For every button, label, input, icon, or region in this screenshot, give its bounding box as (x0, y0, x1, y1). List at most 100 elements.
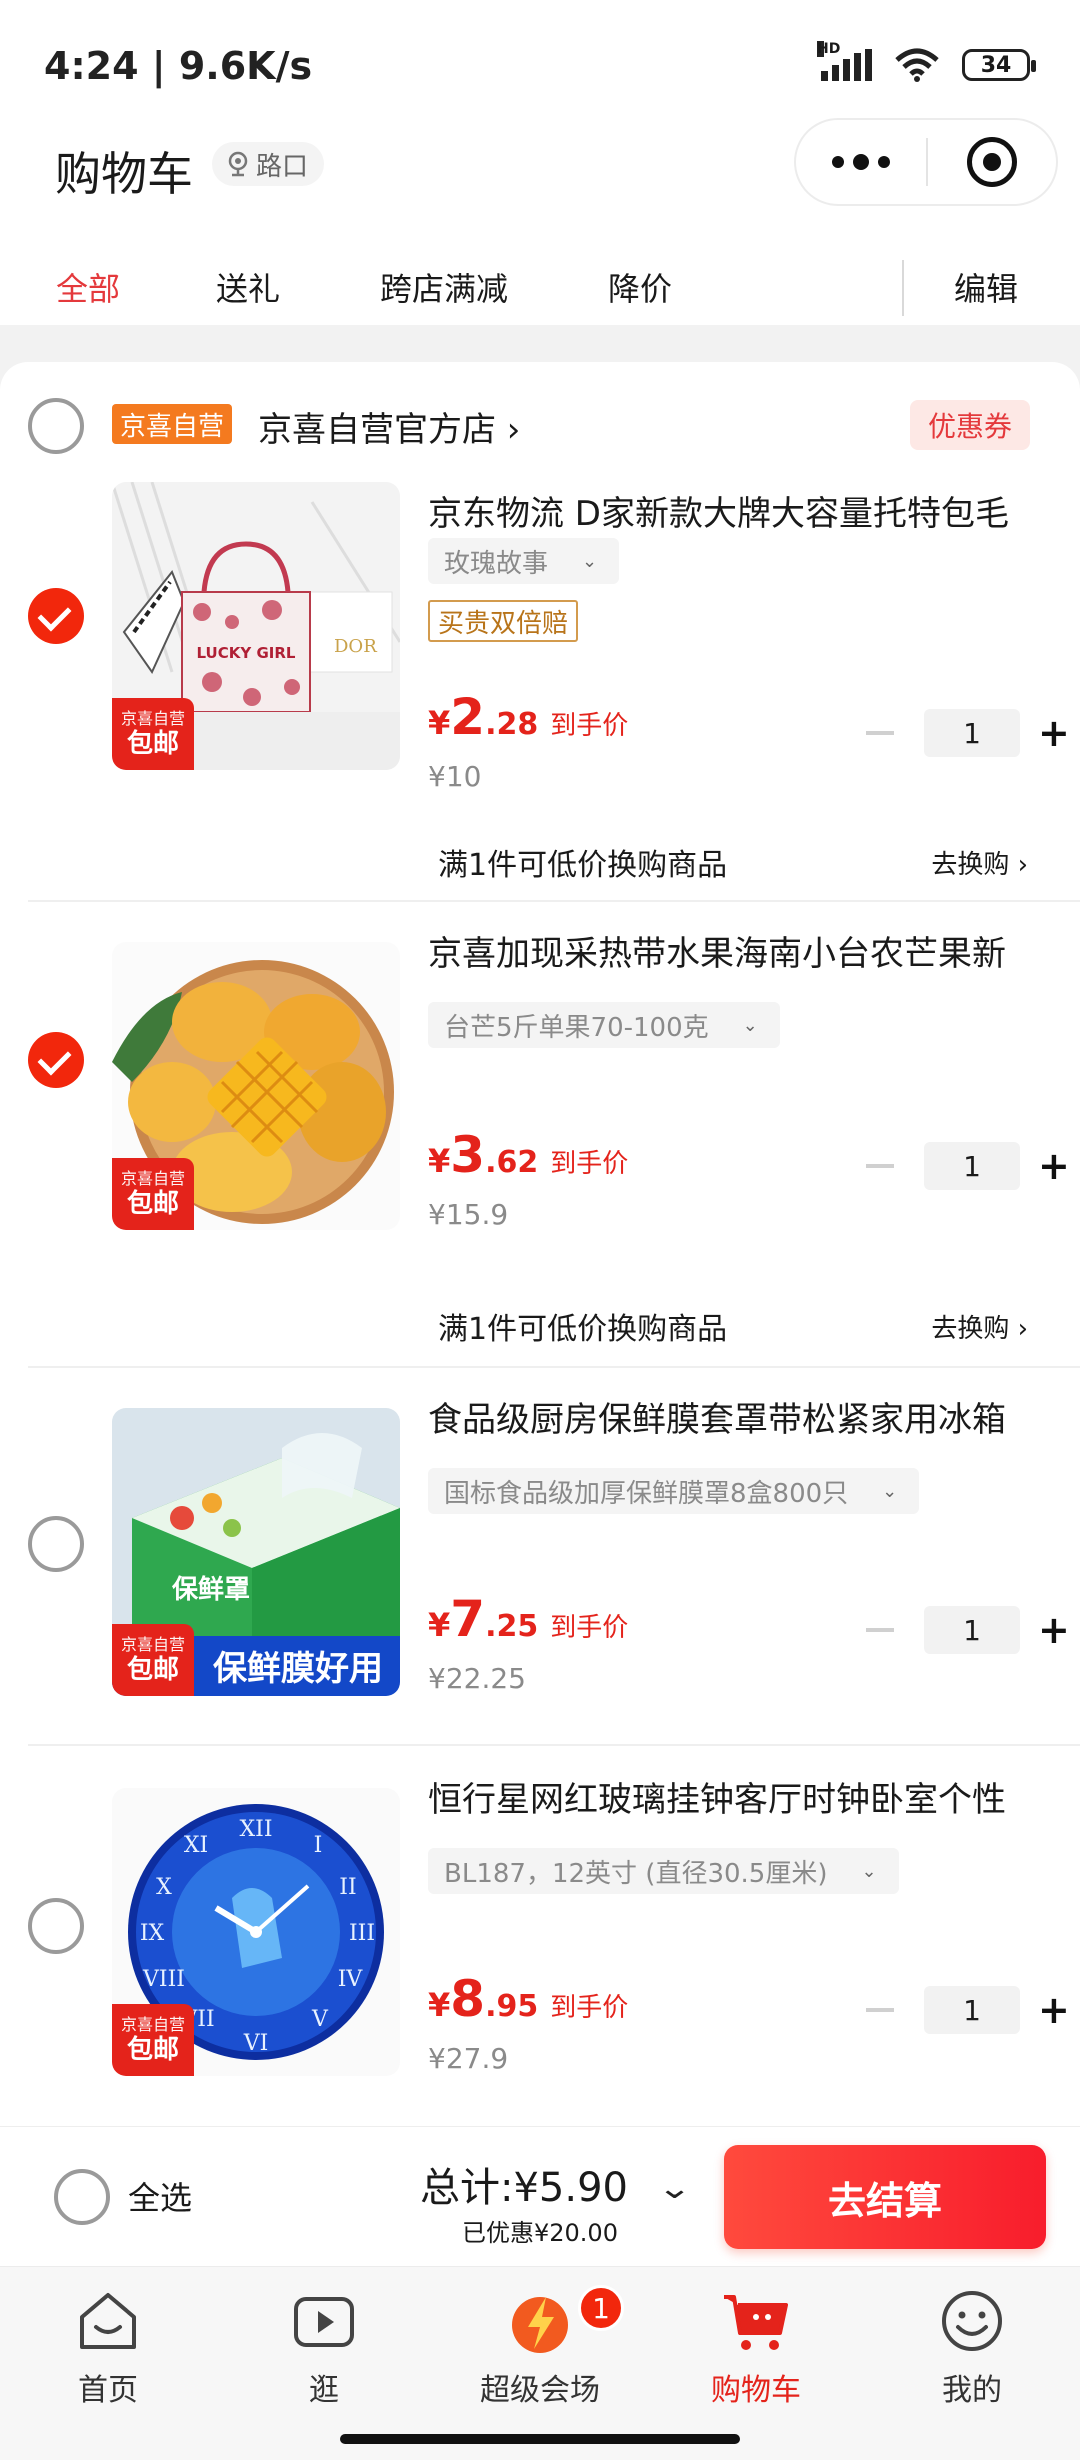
nav-cart[interactable]: 购物车 (648, 2267, 864, 2437)
price: ¥7.25 到手价 (428, 1590, 629, 1648)
svg-text:XI: XI (184, 1833, 208, 1858)
svg-text:DOR: DOR (334, 636, 377, 657)
cart-item: 京喜自营 包邮 京喜加现采热带水果海南小台农芒果新 台芒5斤单果70-100克 ⌄ … (0, 902, 1080, 1368)
item-select-checkbox[interactable] (28, 1898, 84, 1954)
exchange-offer-text: 满1件可低价换购商品 (438, 848, 728, 883)
product-image[interactable]: 京喜自营 包邮 (112, 942, 400, 1230)
free-shipping-badge: 京喜自营 包邮 (112, 1624, 194, 1696)
price: ¥2.28 到手价 (428, 688, 629, 746)
tab-price-drop[interactable]: 降价 (608, 264, 672, 310)
battery-icon: 34 (962, 49, 1036, 81)
increase-button[interactable]: + (1038, 1988, 1070, 2032)
svg-text:II: II (339, 1875, 356, 1900)
spec-selector[interactable]: 玫瑰故事 ⌄ (428, 538, 620, 584)
exchange-link[interactable]: 去换购 › (931, 1308, 1028, 1345)
product-image[interactable]: XII I II III IV V VI VII VIII IX X XI 京喜自营 包邮 (112, 1788, 400, 2076)
signal-icon: HD (817, 41, 872, 81)
quantity-stepper: 1 + (866, 1606, 1070, 1654)
original-price: ¥22.25 (428, 1662, 526, 1695)
quantity-input[interactable]: 1 (924, 1606, 1020, 1654)
nav-browse[interactable]: 逛 (216, 2267, 432, 2437)
spec-selector[interactable]: 台芒5斤单果70-100克 ⌄ (428, 1002, 780, 1048)
decrease-button[interactable] (866, 1164, 894, 1168)
store-select-checkbox[interactable] (28, 398, 84, 454)
checkout-bar: 全选 总计:¥5.90 已优惠¥20.00 ⌄ 去结算 (0, 2126, 1080, 2266)
quantity-stepper: 1 + (866, 1986, 1070, 2034)
home-indicator[interactable] (340, 2434, 740, 2444)
price-guarantee-badge: 买贵双倍赔 (428, 600, 579, 642)
decrease-button[interactable] (866, 2008, 894, 2012)
status-time: 4:24 | 9.6K/s (44, 44, 313, 88)
item-select-checkbox[interactable] (28, 1032, 84, 1088)
quantity-input[interactable]: 1 (924, 1986, 1020, 2034)
quantity-input[interactable]: 1 (924, 1142, 1020, 1190)
decrease-button[interactable] (866, 731, 894, 735)
increase-button[interactable]: + (1038, 1144, 1070, 1188)
chevron-down-icon: ⌄ (882, 1480, 898, 1502)
chevron-down-icon: ⌄ (742, 1014, 758, 1036)
coupon-button[interactable]: 优惠券 (909, 400, 1030, 450)
nav-cart-label: 购物车 (711, 2373, 801, 2408)
item-select-checkbox[interactable] (28, 1516, 84, 1572)
tab-all[interactable]: 全部 (56, 264, 120, 310)
decrease-button[interactable] (866, 1628, 894, 1632)
product-image[interactable]: 保鲜罩 保鲜膜好用 京喜自营 包邮 (112, 1408, 400, 1696)
location-chip[interactable]: 路口 (212, 142, 325, 186)
product-image[interactable]: LUCKY GIRL DOR 京喜自营 包邮 (112, 482, 400, 770)
exchange-link[interactable]: 去换购 › (931, 844, 1028, 881)
nav-browse-label: 逛 (309, 2373, 339, 2408)
free-shipping-badge: 京喜自营 包邮 (112, 1158, 194, 1230)
increase-button[interactable]: + (1038, 711, 1070, 755)
product-name[interactable]: 恒行星网红玻璃挂钟客厅时钟卧室个性 (428, 1772, 1040, 1821)
more-icon[interactable] (796, 120, 926, 204)
svg-text:III: III (349, 1921, 375, 1946)
increase-button[interactable]: + (1038, 1608, 1070, 1652)
chevron-down-icon: ⌄ (582, 550, 598, 572)
cart-icon (724, 2295, 788, 2350)
nav-home-label: 首页 (78, 2373, 138, 2408)
total-price: 总计:¥5.90 (420, 2165, 628, 2211)
nav-super-venue-label: 超级会场 (480, 2373, 600, 2408)
wifi-icon (895, 48, 939, 82)
quantity-stepper: 1 + (866, 709, 1070, 757)
svg-text:X: X (156, 1875, 172, 1900)
miniprogram-capsule (794, 118, 1058, 206)
original-price: ¥27.9 (428, 2042, 509, 2075)
spec-selector[interactable]: 国标食品级加厚保鲜膜罩8盒800只 ⌄ (428, 1468, 920, 1514)
store-badge: 京喜自营 (112, 404, 233, 444)
original-price: ¥10 (428, 760, 482, 793)
box-label-text: 保鲜罩 (171, 1575, 250, 1605)
product-name[interactable]: 京东物流 D家新款大牌大容量托特包毛 (428, 486, 1040, 535)
checkout-button[interactable]: 去结算 (724, 2145, 1046, 2249)
video-play-icon (294, 2297, 354, 2347)
bottom-nav: 首页 逛 1 超级会场 购物车 我的 (0, 2266, 1080, 2460)
target-close-icon (966, 137, 1017, 187)
free-shipping-badge: 京喜自营 包邮 (112, 2004, 194, 2076)
chevron-down-icon[interactable]: ⌄ (657, 2171, 692, 2206)
nav-profile[interactable]: 我的 (864, 2267, 1080, 2437)
quantity-input[interactable]: 1 (924, 709, 1020, 757)
tab-cross-store-discount[interactable]: 跨店满减 (380, 264, 508, 310)
spec-selector[interactable]: BL187，12英寸 (直径30.5厘米) ⌄ (428, 1848, 899, 1894)
product-name[interactable]: 京喜加现采热带水果海南小台农芒果新 (428, 926, 1040, 975)
price: ¥3.62 到手价 (428, 1126, 629, 1184)
free-shipping-badge: 京喜自营 包邮 (112, 698, 194, 770)
select-all-label[interactable]: 全选 (128, 2173, 192, 2219)
product-name[interactable]: 食品级厨房保鲜膜套罩带松紧家用冰箱 (428, 1392, 1040, 1441)
svg-text:V: V (311, 2007, 329, 2032)
store-name-link[interactable]: 京喜自营官方店 › (258, 402, 520, 451)
close-miniprogram-button[interactable] (928, 120, 1056, 204)
cart-item: LUCKY GIRL DOR 京喜自营 包邮 京东物流 D家新款大牌大容量托特包毛… (0, 462, 1080, 902)
tab-gift[interactable]: 送礼 (216, 264, 280, 310)
discount-summary: 已优惠¥20.00 (462, 2219, 618, 2247)
nav-home[interactable]: 首页 (0, 2267, 216, 2437)
nav-super-venue[interactable]: 1 超级会场 (432, 2267, 648, 2437)
edit-button[interactable]: 编辑 (954, 264, 1018, 310)
filter-tabs: 全部 送礼 跨店满减 降价 编辑 (0, 250, 1080, 320)
item-select-checkbox[interactable] (28, 588, 84, 644)
select-all-checkbox[interactable] (54, 2169, 110, 2225)
cart-item: XII I II III IV V VI VII VIII IX X XI 京喜自营 包邮 恒行星网… (0, 1748, 1080, 2128)
location-pin-icon (228, 151, 248, 177)
svg-text:VIII: VIII (142, 1967, 185, 1992)
cart-item: 保鲜罩 保鲜膜好用 京喜自营 包邮 食品级厨房保鲜膜套罩带松紧家用冰箱 国标食品级… (0, 1368, 1080, 1748)
